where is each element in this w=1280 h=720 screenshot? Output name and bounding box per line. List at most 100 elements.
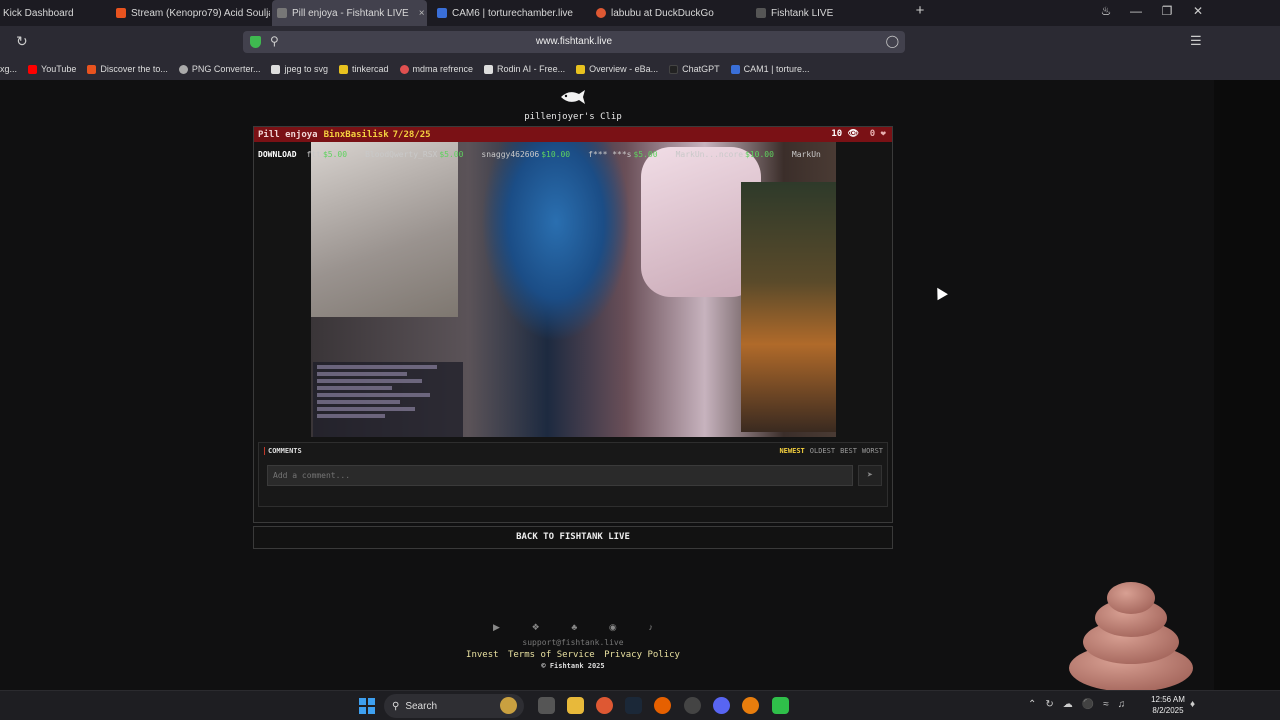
bookmark-item[interactable]: CAM1 | torture... bbox=[730, 64, 809, 74]
bookmark-item[interactable]: jpeg to svg bbox=[271, 64, 328, 74]
clip-header: Pill enjoya BinxBasilisk 7/28/25 10 👁 0 … bbox=[254, 127, 892, 142]
tab-label: CAM6 | torturechamber.live bbox=[452, 7, 573, 19]
address-bar[interactable]: ⚲ www.fishtank.live ◯ bbox=[243, 31, 905, 53]
notification-bell-icon[interactable]: ♦ bbox=[1190, 699, 1195, 710]
chatgpt-icon bbox=[669, 64, 679, 74]
sort-newest[interactable]: NEWEST bbox=[779, 447, 804, 455]
bookmark-item[interactable]: ChatGPT bbox=[669, 64, 720, 74]
bookmark-item[interactable]: tinkercad bbox=[338, 64, 389, 74]
reload-icon[interactable]: ↻ bbox=[16, 33, 28, 50]
instagram-icon[interactable]: ◉ bbox=[609, 622, 617, 633]
tab-fishtank-live[interactable]: Fishtank LIVE bbox=[752, 0, 902, 26]
footer-links: Invest Terms of Service Privacy Policy bbox=[453, 650, 693, 660]
windows-start-icon[interactable] bbox=[359, 698, 375, 714]
volume-icon[interactable]: ♫ bbox=[1118, 699, 1126, 710]
tab-stream-kenopro[interactable]: Stream (Kenopro79) Acid Souljah bbox=[110, 0, 270, 26]
bookmark-label: jpeg to svg bbox=[284, 64, 328, 74]
sort-worst[interactable]: WORST bbox=[862, 447, 883, 455]
search-label: Search bbox=[405, 700, 438, 712]
tab-pill-enjoya[interactable]: Pill enjoya - Fishtank LIVE × bbox=[272, 0, 427, 26]
steam-icon[interactable] bbox=[625, 697, 642, 714]
terms-link[interactable]: Terms of Service bbox=[508, 650, 595, 660]
fishtank-logo-icon[interactable] bbox=[559, 88, 587, 106]
send-comment-button[interactable]: ➤ bbox=[858, 465, 882, 486]
bookmark-item[interactable]: Discover the to... bbox=[87, 64, 168, 74]
privacy-link[interactable]: Privacy Policy bbox=[604, 650, 680, 660]
bookmark-item[interactable]: Rodin AI - Free... bbox=[484, 64, 565, 74]
back-to-fishtank-button[interactable]: BACK TO FISHTANK LIVE bbox=[253, 526, 893, 549]
social-links: ▶ ❖ ♣ ◉ ♪ bbox=[493, 622, 653, 633]
bookmark-item[interactable]: Overview - eBa... bbox=[576, 64, 658, 74]
obs-icon[interactable] bbox=[684, 697, 701, 714]
widget-icon[interactable] bbox=[500, 697, 517, 714]
comments-tab[interactable]: COMMENTS bbox=[264, 447, 302, 455]
duckduckgo-icon[interactable] bbox=[596, 697, 613, 714]
tinkercad-icon bbox=[338, 64, 348, 74]
new-tab-button[interactable]: + bbox=[910, 2, 930, 19]
tab-label: Kick Dashboard bbox=[3, 7, 74, 19]
invest-link[interactable]: Invest bbox=[466, 650, 499, 660]
reader-view-icon[interactable]: ◯ bbox=[886, 34, 899, 48]
support-email[interactable]: support@fishtank.live bbox=[453, 638, 693, 647]
tab-labubu-ddg[interactable]: labubu at DuckDuckGo bbox=[592, 0, 747, 26]
hamburger-menu-icon[interactable]: ☰ bbox=[1190, 33, 1202, 49]
send-icon: ➤ bbox=[866, 470, 874, 481]
bookmark-label: Rodin AI - Free... bbox=[497, 64, 566, 74]
tab-label: Pill enjoya - Fishtank LIVE bbox=[292, 7, 409, 19]
bookmark-label: Overview - eBa... bbox=[589, 64, 659, 74]
flame-icon[interactable]: ♨ bbox=[1096, 4, 1116, 18]
rodin-icon bbox=[484, 64, 494, 74]
comment-input[interactable] bbox=[267, 465, 853, 486]
sort-best[interactable]: BEST bbox=[840, 447, 857, 455]
youtube-icon[interactable]: ▶ bbox=[493, 622, 500, 633]
bookmark-item[interactable]: YouTube bbox=[28, 64, 76, 74]
bookmark-label: ChatGPT bbox=[682, 64, 720, 74]
tab-favicon-icon bbox=[437, 8, 447, 18]
close-tab-icon[interactable]: × bbox=[419, 8, 425, 19]
tab-favicon-icon bbox=[596, 8, 606, 18]
blender-icon[interactable] bbox=[742, 697, 759, 714]
wifi-icon[interactable]: ≈ bbox=[1103, 699, 1109, 710]
download-button[interactable]: DOWNLOAD bbox=[258, 150, 297, 159]
tab-cam6[interactable]: CAM6 | torturechamber.live bbox=[433, 0, 588, 26]
fishtank-icon[interactable]: ♣ bbox=[571, 622, 577, 633]
clip-date: 7/28/25 bbox=[392, 129, 431, 140]
maximize-button[interactable]: ❐ bbox=[1157, 4, 1177, 18]
twitter-icon[interactable]: ❖ bbox=[532, 622, 540, 633]
app-icon[interactable] bbox=[772, 697, 789, 714]
comments-panel: COMMENTS NEWEST OLDEST BEST WORST ➤ bbox=[258, 442, 888, 507]
file-explorer-icon[interactable] bbox=[567, 697, 584, 714]
donation-item: ftt $5.00 bbox=[306, 149, 348, 159]
bookmark-item[interactable]: xg... bbox=[0, 64, 17, 74]
sort-oldest[interactable]: OLDEST bbox=[810, 447, 835, 455]
tab-favicon-icon bbox=[116, 8, 126, 18]
bookmark-label: xg... bbox=[0, 64, 18, 74]
minimize-button[interactable]: — bbox=[1126, 4, 1146, 18]
task-view-icon[interactable] bbox=[538, 697, 555, 714]
url-text[interactable]: www.fishtank.live bbox=[243, 36, 905, 47]
bookmark-label: mdma refrence bbox=[412, 64, 474, 74]
sync-icon[interactable]: ↻ bbox=[1045, 699, 1053, 710]
bookmarks-toolbar: xg... YouTube Discover the to... PNG Con… bbox=[0, 58, 1280, 80]
tab-label: Fishtank LIVE bbox=[771, 7, 834, 19]
tiktok-icon[interactable]: ♪ bbox=[648, 622, 653, 633]
comment-sort-options: NEWEST OLDEST BEST WORST bbox=[774, 447, 883, 455]
clock-date: 8/2/2025 bbox=[1152, 706, 1184, 715]
clip-video-player[interactable] bbox=[311, 142, 836, 437]
chevron-up-icon[interactable]: ⌃ bbox=[1028, 699, 1036, 710]
firefox-icon[interactable] bbox=[654, 697, 671, 714]
browser-nav-bar: ↻ ⚲ www.fishtank.live ◯ ☰ bbox=[0, 26, 1280, 58]
microphone-icon[interactable]: ⚫ bbox=[1082, 699, 1094, 710]
video-chat-overlay bbox=[313, 362, 463, 437]
cloud-icon[interactable]: ☁ bbox=[1063, 699, 1073, 710]
taskbar-clock[interactable]: 12:56 AM 8/2/2025 bbox=[1146, 694, 1190, 716]
tab-kick-dashboard[interactable]: Kick Dashboard bbox=[0, 0, 105, 26]
copyright: © Fishtank 2025 bbox=[541, 662, 605, 670]
tab-favicon-icon bbox=[756, 8, 766, 18]
bookmark-item[interactable]: PNG Converter... bbox=[178, 64, 260, 74]
close-window-button[interactable]: ✕ bbox=[1188, 4, 1208, 18]
like-button[interactable]: 0 ❤ bbox=[870, 129, 886, 139]
clip-author-link[interactable]: BinxBasilisk bbox=[324, 130, 389, 140]
discord-icon[interactable] bbox=[713, 697, 730, 714]
bookmark-item[interactable]: mdma refrence bbox=[399, 64, 474, 74]
